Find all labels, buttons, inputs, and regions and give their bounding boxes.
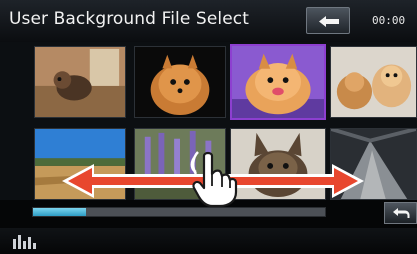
clock: 00:00 xyxy=(372,14,406,27)
pointing-hand-icon xyxy=(190,151,238,208)
return-button[interactable] xyxy=(384,202,417,224)
footer-bar xyxy=(0,228,417,254)
thumbnail-dog-floor[interactable] xyxy=(34,46,126,118)
thumbnail-pomeranian-1[interactable] xyxy=(134,46,226,118)
screen-title: User Background File Select xyxy=(9,9,249,29)
scroll-progress-bar[interactable] xyxy=(32,207,326,217)
thumbnail-puppies[interactable] xyxy=(330,46,417,118)
equalizer-icon[interactable] xyxy=(13,233,37,249)
back-arrow-icon xyxy=(319,16,339,27)
header-bar: User Background File Select 00:00 xyxy=(0,0,417,42)
return-icon xyxy=(393,208,410,218)
thumbnail-pomeranian-2-selected[interactable] xyxy=(230,44,326,120)
scroll-progress-fill xyxy=(33,208,86,216)
back-button[interactable] xyxy=(306,7,350,34)
